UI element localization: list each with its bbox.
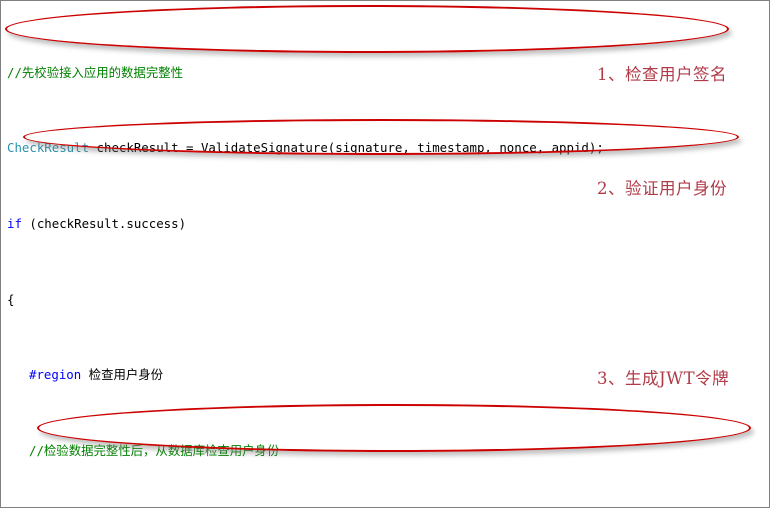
comment-token: //先校验接入应用的数据完整性 [7,64,183,80]
plain-token: 检查用户身份 [81,367,164,383]
annotation-1: 1、检查用户签名 [597,65,727,84]
code-line-3: if (checkResult.success) [7,215,769,234]
code-line-6: //检验数据完整性后，从数据库检查用户身份 [7,442,769,461]
annotation-2: 2、验证用户身份 [597,179,727,198]
code-line-2: CheckResult checkResult = ValidateSignat… [7,139,769,158]
annotation-3: 3、生成JWT令牌 [597,369,730,388]
type-token: CheckResult [7,140,90,156]
brace-token: { [7,291,15,307]
code-screenshot: //先校验接入应用的数据完整性 CheckResult checkResult … [0,0,770,508]
preprocessor-token: #region [29,367,82,383]
keyword-token: if [7,215,22,231]
plain-token: checkResult = ValidateSignature(signatur… [89,140,604,156]
plain-token: (checkResult.success) [21,215,187,231]
comment-token: //检验数据完整性后，从数据库检查用户身份 [29,442,280,458]
code-line-4: { [7,291,769,310]
